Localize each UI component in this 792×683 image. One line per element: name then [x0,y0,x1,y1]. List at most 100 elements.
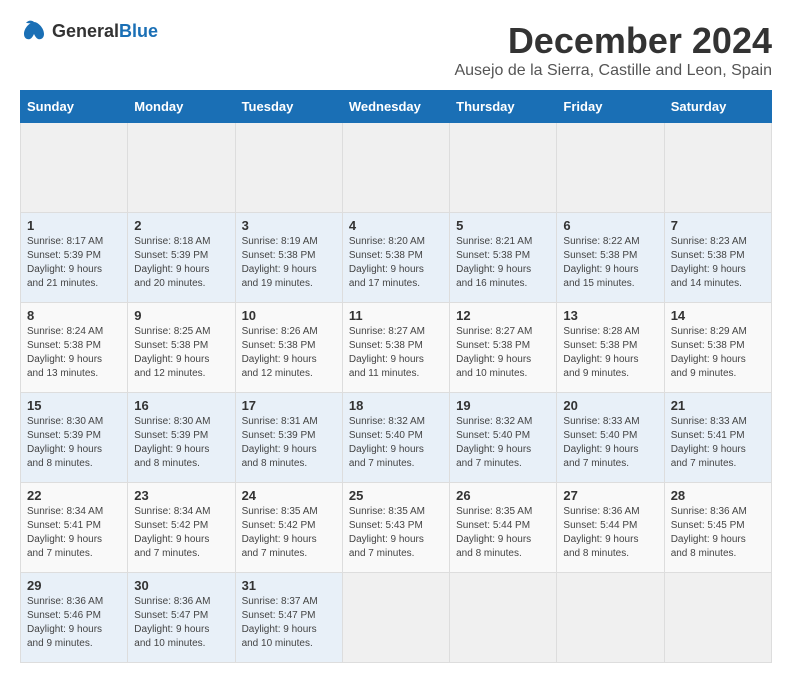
day-number: 31 [242,578,336,593]
week-row-6: 29 Sunrise: 8:36 AM Sunset: 5:46 PM Dayli… [21,573,772,663]
calendar-cell: 25 Sunrise: 8:35 AM Sunset: 5:43 PM Dayli… [342,483,449,573]
day-number: 9 [134,308,228,323]
day-info: Sunrise: 8:34 AM Sunset: 5:42 PM Dayligh… [134,505,228,561]
calendar-cell [450,573,557,663]
day-number: 11 [349,308,443,323]
calendar-cell [342,573,449,663]
logo-blue: Blue [119,21,158,41]
day-number: 7 [671,218,765,233]
day-number: 29 [27,578,121,593]
day-number: 19 [456,398,550,413]
calendar-cell: 20Sunrise: 8:33 AM Sunset: 5:40 PM Dayli… [557,393,664,483]
calendar-cell: 18Sunrise: 8:32 AM Sunset: 5:40 PM Dayli… [342,393,449,483]
calendar-cell: 3 Sunrise: 8:19 AM Sunset: 5:38 PM Daylig… [235,213,342,303]
day-info: Sunrise: 8:24 AM Sunset: 5:38 PM Dayligh… [27,325,121,381]
day-number: 24 [242,488,336,503]
day-info: Sunrise: 8:35 AM Sunset: 5:43 PM Dayligh… [349,505,443,561]
calendar-cell: 6Sunrise: 8:22 AM Sunset: 5:38 PM Daylig… [557,213,664,303]
main-title: December 2024 [454,20,772,62]
day-number: 1 [27,218,121,233]
day-number: 25 [349,488,443,503]
day-info: Sunrise: 8:27 AM Sunset: 5:38 PM Dayligh… [456,325,550,381]
day-number: 17 [242,398,336,413]
header-sunday: Sunday [21,91,128,123]
day-number: 3 [242,218,336,233]
day-info: Sunrise: 8:30 AM Sunset: 5:39 PM Dayligh… [134,415,228,471]
calendar-cell: 24 Sunrise: 8:35 AM Sunset: 5:42 PM Dayli… [235,483,342,573]
logo: GeneralBlue [20,20,158,42]
day-number: 26 [456,488,550,503]
day-number: 23 [134,488,228,503]
title-section: December 2024 Ausejo de la Sierra, Casti… [454,20,772,80]
day-info: Sunrise: 8:34 AM Sunset: 5:41 PM Dayligh… [27,505,121,561]
day-info: Sunrise: 8:33 AM Sunset: 5:41 PM Dayligh… [671,415,765,471]
logo-text: GeneralBlue [52,21,158,42]
header-saturday: Saturday [664,91,771,123]
page-header: GeneralBlue December 2024 Ausejo de la S… [20,20,772,80]
day-info: Sunrise: 8:36 AM Sunset: 5:46 PM Dayligh… [27,595,121,651]
day-info: Sunrise: 8:32 AM Sunset: 5:40 PM Dayligh… [456,415,550,471]
header-monday: Monday [128,91,235,123]
calendar-cell [450,123,557,213]
day-info: Sunrise: 8:37 AM Sunset: 5:47 PM Dayligh… [242,595,336,651]
day-info: Sunrise: 8:31 AM Sunset: 5:39 PM Dayligh… [242,415,336,471]
calendar-cell: 30Sunrise: 8:36 AM Sunset: 5:47 PM Dayli… [128,573,235,663]
day-info: Sunrise: 8:36 AM Sunset: 5:44 PM Dayligh… [563,505,657,561]
day-info: Sunrise: 8:22 AM Sunset: 5:38 PM Dayligh… [563,235,657,291]
day-info: Sunrise: 8:35 AM Sunset: 5:44 PM Dayligh… [456,505,550,561]
day-number: 5 [456,218,550,233]
calendar-cell [557,123,664,213]
day-number: 27 [563,488,657,503]
calendar-cell: 5 Sunrise: 8:21 AM Sunset: 5:38 PM Daylig… [450,213,557,303]
day-info: Sunrise: 8:26 AM Sunset: 5:38 PM Dayligh… [242,325,336,381]
day-number: 2 [134,218,228,233]
day-number: 13 [563,308,657,323]
week-row-3: 8 Sunrise: 8:24 AM Sunset: 5:38 PM Daylig… [21,303,772,393]
day-info: Sunrise: 8:20 AM Sunset: 5:38 PM Dayligh… [349,235,443,291]
week-row-4: 15 Sunrise: 8:30 AM Sunset: 5:39 PM Dayli… [21,393,772,483]
calendar-cell: 29 Sunrise: 8:36 AM Sunset: 5:46 PM Dayli… [21,573,128,663]
calendar-cell: 9 Sunrise: 8:25 AM Sunset: 5:38 PM Daylig… [128,303,235,393]
day-number: 18 [349,398,443,413]
day-number: 14 [671,308,765,323]
day-info: Sunrise: 8:30 AM Sunset: 5:39 PM Dayligh… [27,415,121,471]
calendar-cell: 22Sunrise: 8:34 AM Sunset: 5:41 PM Dayli… [21,483,128,573]
header-friday: Friday [557,91,664,123]
day-info: Sunrise: 8:33 AM Sunset: 5:40 PM Dayligh… [563,415,657,471]
logo-general: General [52,21,119,41]
day-info: Sunrise: 8:25 AM Sunset: 5:38 PM Dayligh… [134,325,228,381]
day-number: 21 [671,398,765,413]
calendar-cell [342,123,449,213]
calendar-cell: 7Sunrise: 8:23 AM Sunset: 5:38 PM Daylig… [664,213,771,303]
day-info: Sunrise: 8:35 AM Sunset: 5:42 PM Dayligh… [242,505,336,561]
day-info: Sunrise: 8:21 AM Sunset: 5:38 PM Dayligh… [456,235,550,291]
calendar-table: SundayMondayTuesdayWednesdayThursdayFrid… [20,90,772,663]
header-tuesday: Tuesday [235,91,342,123]
day-info: Sunrise: 8:28 AM Sunset: 5:38 PM Dayligh… [563,325,657,381]
calendar-cell: 12Sunrise: 8:27 AM Sunset: 5:38 PM Dayli… [450,303,557,393]
day-number: 15 [27,398,121,413]
day-info: Sunrise: 8:36 AM Sunset: 5:47 PM Dayligh… [134,595,228,651]
calendar-cell: 11 Sunrise: 8:27 AM Sunset: 5:38 PM Dayli… [342,303,449,393]
day-info: Sunrise: 8:36 AM Sunset: 5:45 PM Dayligh… [671,505,765,561]
calendar-cell: 31 Sunrise: 8:37 AM Sunset: 5:47 PM Dayli… [235,573,342,663]
calendar-cell: 4Sunrise: 8:20 AM Sunset: 5:38 PM Daylig… [342,213,449,303]
calendar-cell [21,123,128,213]
calendar-cell [664,123,771,213]
day-info: Sunrise: 8:29 AM Sunset: 5:38 PM Dayligh… [671,325,765,381]
day-number: 8 [27,308,121,323]
calendar-cell [235,123,342,213]
calendar-cell: 10Sunrise: 8:26 AM Sunset: 5:38 PM Dayli… [235,303,342,393]
calendar-cell: 14 Sunrise: 8:29 AM Sunset: 5:38 PM Dayli… [664,303,771,393]
calendar-cell: 8 Sunrise: 8:24 AM Sunset: 5:38 PM Daylig… [21,303,128,393]
day-info: Sunrise: 8:27 AM Sunset: 5:38 PM Dayligh… [349,325,443,381]
day-info: Sunrise: 8:17 AM Sunset: 5:39 PM Dayligh… [27,235,121,291]
calendar-cell: 15 Sunrise: 8:30 AM Sunset: 5:39 PM Dayli… [21,393,128,483]
calendar-cell [128,123,235,213]
calendar-cell: 23 Sunrise: 8:34 AM Sunset: 5:42 PM Dayli… [128,483,235,573]
day-info: Sunrise: 8:19 AM Sunset: 5:38 PM Dayligh… [242,235,336,291]
subtitle: Ausejo de la Sierra, Castille and Leon, … [454,62,772,80]
calendar-cell: 21 Sunrise: 8:33 AM Sunset: 5:41 PM Dayli… [664,393,771,483]
calendar-cell: 2Sunrise: 8:18 AM Sunset: 5:39 PM Daylig… [128,213,235,303]
calendar-cell: 27 Sunrise: 8:36 AM Sunset: 5:44 PM Dayli… [557,483,664,573]
